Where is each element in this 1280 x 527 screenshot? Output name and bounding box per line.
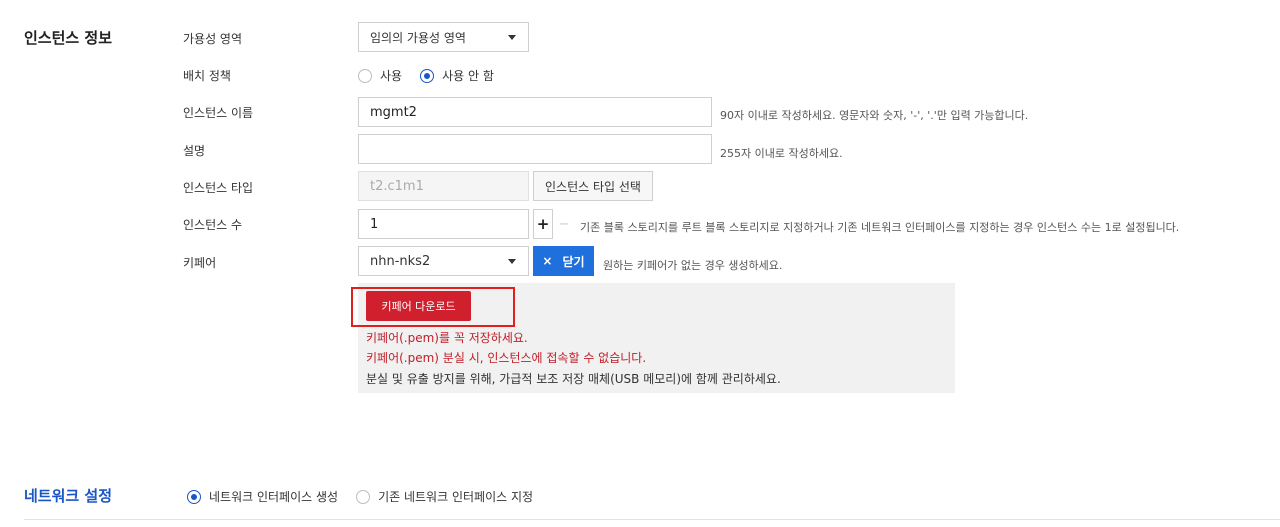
instance-count-increment-button[interactable]: +	[533, 209, 553, 239]
keypair-warning-save: 키페어(.pem)를 꼭 저장하세요.	[366, 331, 528, 345]
instance-name-label: 인스턴스 이름	[183, 106, 254, 120]
keypair-value: nhn-nks2	[370, 253, 431, 269]
network-interface-radio-group: 네트워크 인터페이스 생성 기존 네트워크 인터페이스 지정	[187, 488, 551, 505]
placement-policy-radio-group: 사용 사용 안 함	[358, 67, 512, 84]
instance-type-input: t2.c1m1	[358, 171, 529, 201]
create-network-interface-radio[interactable]	[187, 489, 201, 504]
section-divider	[24, 519, 1280, 520]
select-instance-type-button[interactable]: 인스턴스 타입 선택	[533, 171, 653, 201]
existing-network-interface-label[interactable]: 기존 네트워크 인터페이스 지정	[378, 488, 533, 505]
placement-policy-no-use-radio[interactable]	[420, 68, 435, 83]
close-icon: ×	[542, 254, 553, 268]
instance-count-input[interactable]: 1	[358, 209, 529, 239]
keypair-select[interactable]: nhn-nks2	[358, 246, 529, 276]
instance-name-input[interactable]: mgmt2	[358, 97, 712, 127]
chevron-down-icon	[508, 35, 516, 40]
keypair-storage-note: 분실 및 유출 방지를 위해, 가급적 보조 저장 매체(USB 메모리)에 함…	[366, 372, 781, 386]
description-label: 설명	[183, 144, 206, 158]
description-hint: 255자 이내로 작성하세요.	[720, 147, 843, 160]
description-input[interactable]	[358, 134, 712, 164]
placement-policy-label: 배치 정책	[183, 69, 231, 83]
section-title-network-settings: 네트워크 설정	[24, 487, 113, 505]
keypair-warning-loss: 키페어(.pem) 분실 시, 인스턴스에 접속할 수 없습니다.	[366, 351, 647, 365]
close-button-label: 닫기	[562, 254, 585, 269]
instance-count-decrement-button[interactable]: −	[556, 209, 572, 239]
instance-name-hint: 90자 이내로 작성하세요. 영문자와 숫자, '-', '.'만 입력 가능합…	[720, 109, 1029, 122]
chevron-down-icon	[508, 259, 516, 264]
keypair-hint: 원하는 키페어가 없는 경우 생성하세요.	[603, 259, 783, 272]
placement-policy-use-radio[interactable]	[358, 68, 372, 83]
instance-count-hint: 기존 블록 스토리지를 루트 블록 스토리지로 지정하거나 기존 네트워크 인터…	[580, 221, 1180, 234]
placement-policy-no-use-label[interactable]: 사용 안 함	[442, 67, 494, 84]
existing-network-interface-radio[interactable]	[356, 489, 371, 504]
keypair-label: 키페어	[183, 256, 217, 270]
availability-zone-value: 임의의 가용성 영역	[370, 30, 466, 45]
availability-zone-label: 가용성 영역	[183, 32, 243, 46]
availability-zone-select[interactable]: 임의의 가용성 영역	[358, 22, 529, 52]
placement-policy-use-label[interactable]: 사용	[380, 67, 402, 84]
keypair-download-button[interactable]: 키페어 다운로드	[366, 291, 471, 321]
close-keypair-panel-button[interactable]: × 닫기	[533, 246, 594, 276]
instance-type-label: 인스턴스 타입	[183, 181, 254, 195]
section-title-instance-info: 인스턴스 정보	[24, 29, 113, 47]
create-network-interface-label[interactable]: 네트워크 인터페이스 생성	[209, 488, 338, 505]
instance-count-label: 인스턴스 수	[183, 218, 243, 232]
